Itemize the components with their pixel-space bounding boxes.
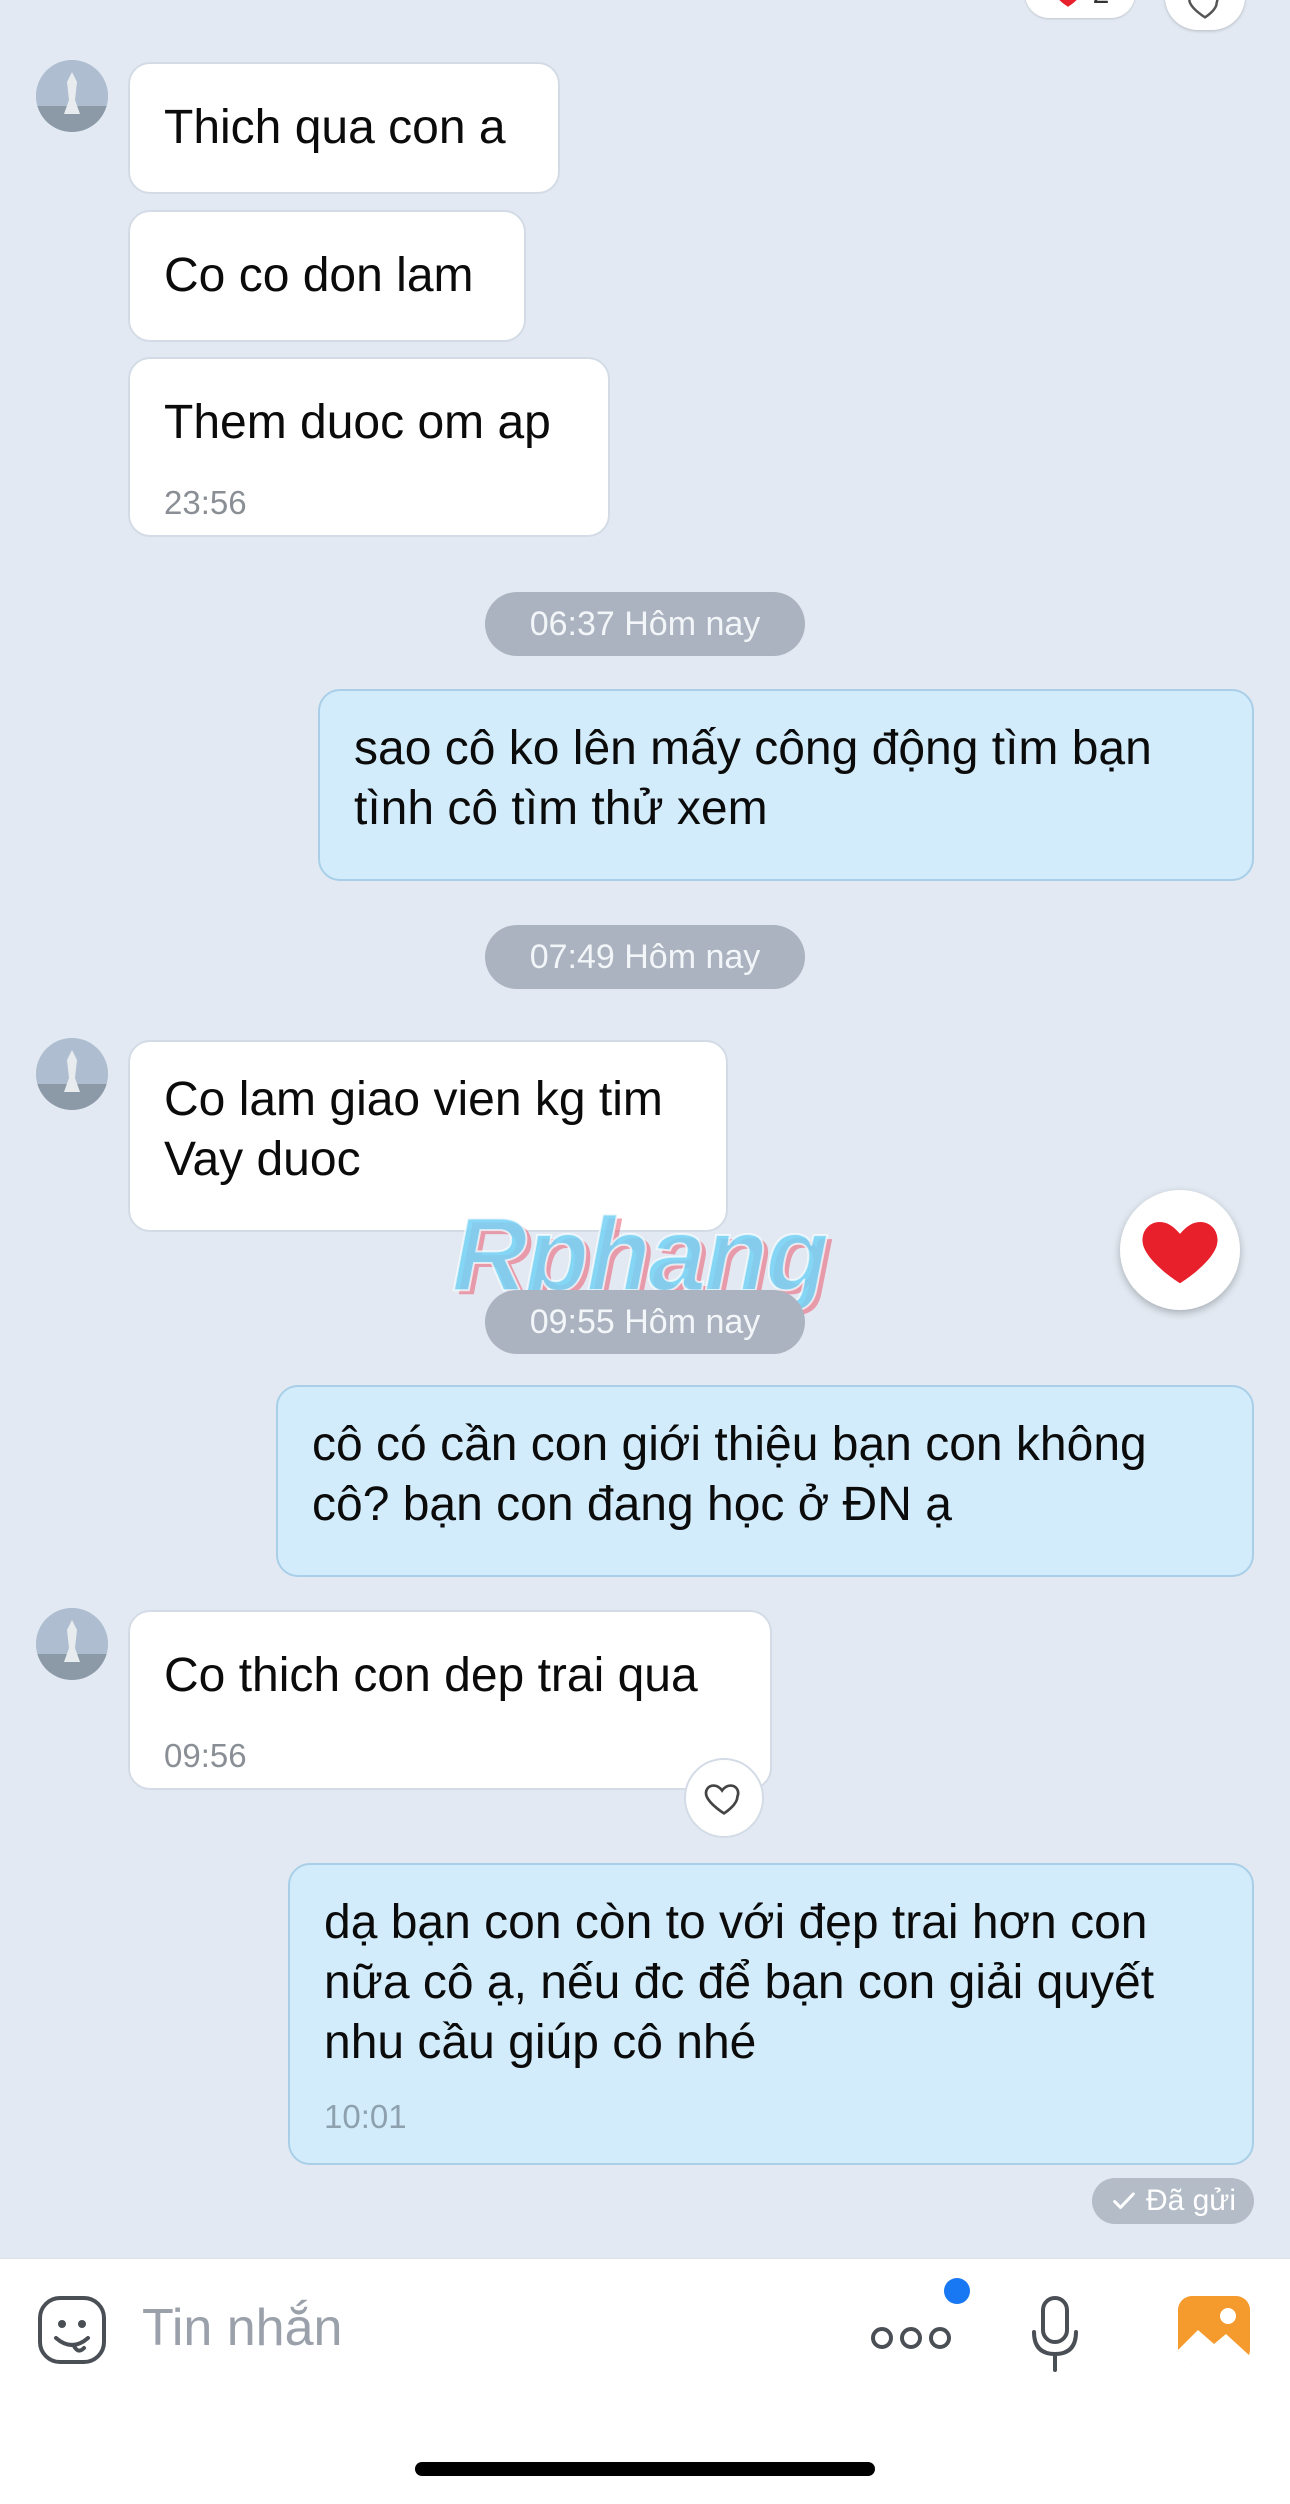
- avatar[interactable]: [36, 1608, 108, 1680]
- heart-outline-icon: [704, 1784, 740, 1815]
- message-bubble-in[interactable]: Co co don lam: [128, 210, 526, 342]
- message-text-line: nữa cô ạ, nếu đc để bạn con giải quyết: [324, 1956, 1155, 2009]
- date-divider: 07:49 Hôm nay: [485, 925, 805, 989]
- message-time: 10:01: [324, 2098, 407, 2135]
- message-text-line: tình cô tìm thử xem: [354, 782, 768, 835]
- message-bubble-out[interactable]: sao cô ko lên mấy công động tìm bạn tình…: [318, 689, 1254, 881]
- message-input[interactable]: Tin nhắn: [142, 2298, 342, 2358]
- message-bubble-in[interactable]: Them duoc om ap 23:56: [128, 357, 610, 537]
- react-heart-button[interactable]: [684, 1758, 764, 1838]
- heart-icon: [1058, 0, 1077, 7]
- date-divider: 09:55 Hôm nay: [485, 1290, 805, 1354]
- home-indicator: [415, 2462, 875, 2476]
- image-icon[interactable]: [1176, 2294, 1252, 2366]
- message-text-line: Co lam giao vien kg tim: [164, 1073, 663, 1126]
- message-text-line: dạ bạn con còn to với đẹp trai hơn con: [324, 1896, 1148, 1949]
- message-time: 09:56: [164, 1737, 247, 1774]
- message-text-line: sao cô ko lên mấy công động tìm bạn: [354, 722, 1152, 775]
- message-text-line: cô có cần con giới thiệu bạn con không: [312, 1418, 1147, 1471]
- message-text: Them duoc om ap: [164, 396, 551, 449]
- react-heart-button[interactable]: [1165, 0, 1245, 30]
- message-text: Co co don lam: [164, 249, 474, 302]
- message-bubble-in[interactable]: Co thich con dep trai qua 09:56: [128, 1610, 772, 1790]
- avatar[interactable]: [36, 1038, 108, 1110]
- more-icon[interactable]: [868, 2310, 954, 2360]
- message-bubble-out[interactable]: dạ bạn con còn to với đẹp trai hơn con n…: [288, 1863, 1254, 2165]
- message-bubble-in[interactable]: Thich qua con a: [128, 62, 560, 194]
- notification-dot: [944, 2278, 970, 2304]
- message-text-line: Vay duoc: [164, 1133, 361, 1186]
- microphone-icon[interactable]: [1030, 2294, 1080, 2374]
- reaction-count[interactable]: 2: [1025, 0, 1135, 18]
- message-text: Thich qua con a: [164, 101, 506, 154]
- heart-icon: [1142, 1222, 1218, 1284]
- reaction-count-label: 2: [1093, 0, 1110, 11]
- message-bubble-out[interactable]: cô có cần con giới thiệu bạn con không c…: [276, 1385, 1254, 1577]
- check-icon: [1113, 2192, 1135, 2209]
- heart-reaction[interactable]: [1120, 1190, 1240, 1310]
- message-text: Co thich con dep trai qua: [164, 1649, 698, 1702]
- date-divider: 06:37 Hôm nay: [485, 592, 805, 656]
- message-text-line: nhu cầu giúp cô nhé: [324, 2016, 757, 2069]
- heart-outline-icon: [1188, 0, 1219, 19]
- message-time: 23:56: [164, 484, 247, 521]
- sent-status: Đã gửi: [1092, 2178, 1254, 2224]
- message-text-line: cô? bạn con đang học ở ĐN ạ: [312, 1478, 952, 1531]
- sticker-icon[interactable]: [36, 2294, 108, 2366]
- sent-status-label: Đã gửi: [1145, 2184, 1237, 2217]
- avatar[interactable]: [36, 60, 108, 132]
